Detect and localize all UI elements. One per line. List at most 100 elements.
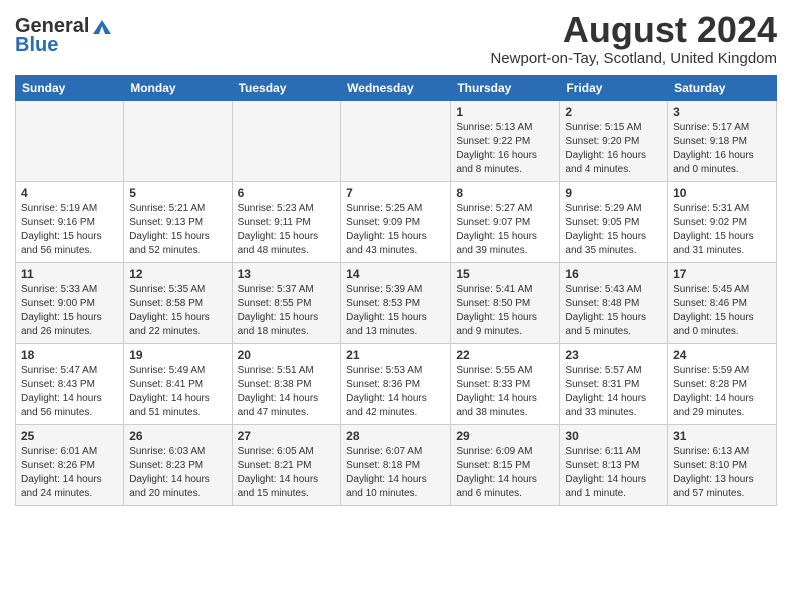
day-cell: 18 Sunrise: 5:47 AM Sunset: 8:43 PM Dayli… (16, 343, 124, 424)
day-number: 6 (238, 186, 336, 200)
day-number: 13 (238, 267, 336, 281)
day-cell: 3Sunrise: 5:17 AM Sunset: 9:18 PM Daylig… (668, 100, 777, 181)
page-header: General Blue August 2024 Newport-on-Tay,… (15, 10, 777, 67)
day-number: 30 (565, 429, 662, 443)
header-row: SundayMondayTuesdayWednesdayThursdayFrid… (16, 75, 777, 100)
day-number: 27 (238, 429, 336, 443)
day-number: 14 (346, 267, 445, 281)
day-cell: 14Sunrise: 5:39 AM Sunset: 8:53 PM Dayli… (341, 262, 451, 343)
day-cell: 22 Sunrise: 5:55 AM Sunset: 8:33 PM Dayli… (451, 343, 560, 424)
day-number: 28 (346, 429, 445, 443)
day-info: Sunrise: 5:41 AM Sunset: 8:50 PM Dayligh… (456, 283, 554, 339)
calendar-table: SundayMondayTuesdayWednesdayThursdayFrid… (15, 75, 777, 506)
week-row-5: 25Sunrise: 6:01 AM Sunset: 8:26 PM Dayli… (16, 424, 777, 505)
day-cell: 1Sunrise: 5:13 AM Sunset: 9:22 PM Daylig… (451, 100, 560, 181)
header-cell-saturday: Saturday (668, 75, 777, 100)
day-info: Sunrise: 5:23 AM Sunset: 9:11 PM Dayligh… (238, 202, 336, 258)
day-cell: 13Sunrise: 5:37 AM Sunset: 8:55 PM Dayli… (232, 262, 341, 343)
day-info: Sunrise: 5:25 AM Sunset: 9:09 PM Dayligh… (346, 202, 445, 258)
day-info: Sunrise: 5:45 AM Sunset: 8:46 PM Dayligh… (673, 283, 771, 339)
day-number: 4 (21, 186, 118, 200)
day-cell: 29 Sunrise: 6:09 AM Sunset: 8:15 PM Dayli… (451, 424, 560, 505)
day-cell: 17 Sunrise: 5:45 AM Sunset: 8:46 PM Dayli… (668, 262, 777, 343)
week-row-4: 18 Sunrise: 5:47 AM Sunset: 8:43 PM Dayli… (16, 343, 777, 424)
day-cell: 30 Sunrise: 6:11 AM Sunset: 8:13 PM Dayli… (560, 424, 668, 505)
header-cell-tuesday: Tuesday (232, 75, 341, 100)
day-number: 5 (129, 186, 226, 200)
day-cell: 26 Sunrise: 6:03 AM Sunset: 8:23 PM Dayli… (124, 424, 232, 505)
title-area: August 2024 Newport-on-Tay, Scotland, Un… (490, 10, 777, 67)
day-number: 20 (238, 348, 336, 362)
day-number: 2 (565, 105, 662, 119)
day-number: 29 (456, 429, 554, 443)
header-cell-sunday: Sunday (16, 75, 124, 100)
day-number: 8 (456, 186, 554, 200)
day-info: Sunrise: 6:13 AM Sunset: 8:10 PM Dayligh… (673, 445, 771, 501)
day-info: Sunrise: 6:07 AM Sunset: 8:18 PM Dayligh… (346, 445, 445, 501)
day-cell: 21Sunrise: 5:53 AM Sunset: 8:36 PM Dayli… (341, 343, 451, 424)
day-info: Sunrise: 5:27 AM Sunset: 9:07 PM Dayligh… (456, 202, 554, 258)
day-cell: 4 Sunrise: 5:19 AM Sunset: 9:16 PM Daylig… (16, 181, 124, 262)
day-number: 19 (129, 348, 226, 362)
day-cell (341, 100, 451, 181)
subtitle: Newport-on-Tay, Scotland, United Kingdom (490, 50, 777, 67)
day-info: Sunrise: 5:53 AM Sunset: 8:36 PM Dayligh… (346, 364, 445, 420)
day-cell: 2 Sunrise: 5:15 AM Sunset: 9:20 PM Daylig… (560, 100, 668, 181)
day-number: 3 (673, 105, 771, 119)
day-info: Sunrise: 5:49 AM Sunset: 8:41 PM Dayligh… (129, 364, 226, 420)
day-cell: 15 Sunrise: 5:41 AM Sunset: 8:50 PM Dayli… (451, 262, 560, 343)
day-info: Sunrise: 5:13 AM Sunset: 9:22 PM Dayligh… (456, 121, 554, 177)
day-info: Sunrise: 5:15 AM Sunset: 9:20 PM Dayligh… (565, 121, 662, 177)
day-info: Sunrise: 5:35 AM Sunset: 8:58 PM Dayligh… (129, 283, 226, 339)
header-cell-thursday: Thursday (451, 75, 560, 100)
day-info: Sunrise: 5:33 AM Sunset: 9:00 PM Dayligh… (21, 283, 118, 339)
day-number: 24 (673, 348, 771, 362)
day-info: Sunrise: 5:21 AM Sunset: 9:13 PM Dayligh… (129, 202, 226, 258)
calendar-body: 1Sunrise: 5:13 AM Sunset: 9:22 PM Daylig… (16, 100, 777, 505)
main-title: August 2024 (490, 10, 777, 50)
day-cell: 20Sunrise: 5:51 AM Sunset: 8:38 PM Dayli… (232, 343, 341, 424)
day-cell (232, 100, 341, 181)
header-cell-friday: Friday (560, 75, 668, 100)
header-cell-monday: Monday (124, 75, 232, 100)
day-info: Sunrise: 5:59 AM Sunset: 8:28 PM Dayligh… (673, 364, 771, 420)
day-number: 23 (565, 348, 662, 362)
day-info: Sunrise: 6:11 AM Sunset: 8:13 PM Dayligh… (565, 445, 662, 501)
logo: General Blue (15, 10, 113, 57)
day-cell: 10 Sunrise: 5:31 AM Sunset: 9:02 PM Dayli… (668, 181, 777, 262)
day-cell: 9 Sunrise: 5:29 AM Sunset: 9:05 PM Daylig… (560, 181, 668, 262)
day-info: Sunrise: 5:19 AM Sunset: 9:16 PM Dayligh… (21, 202, 118, 258)
logo-blue: Blue (15, 34, 58, 57)
day-cell: 24 Sunrise: 5:59 AM Sunset: 8:28 PM Dayli… (668, 343, 777, 424)
day-info: Sunrise: 5:31 AM Sunset: 9:02 PM Dayligh… (673, 202, 771, 258)
day-cell: 12 Sunrise: 5:35 AM Sunset: 8:58 PM Dayli… (124, 262, 232, 343)
day-number: 17 (673, 267, 771, 281)
week-row-3: 11Sunrise: 5:33 AM Sunset: 9:00 PM Dayli… (16, 262, 777, 343)
day-number: 10 (673, 186, 771, 200)
day-cell (124, 100, 232, 181)
header-cell-wednesday: Wednesday (341, 75, 451, 100)
week-row-1: 1Sunrise: 5:13 AM Sunset: 9:22 PM Daylig… (16, 100, 777, 181)
day-info: Sunrise: 6:09 AM Sunset: 8:15 PM Dayligh… (456, 445, 554, 501)
day-number: 31 (673, 429, 771, 443)
day-number: 22 (456, 348, 554, 362)
day-number: 12 (129, 267, 226, 281)
logo-icon (91, 18, 113, 36)
day-number: 18 (21, 348, 118, 362)
day-cell (16, 100, 124, 181)
day-info: Sunrise: 6:03 AM Sunset: 8:23 PM Dayligh… (129, 445, 226, 501)
day-info: Sunrise: 5:55 AM Sunset: 8:33 PM Dayligh… (456, 364, 554, 420)
day-number: 15 (456, 267, 554, 281)
day-cell: 23 Sunrise: 5:57 AM Sunset: 8:31 PM Dayli… (560, 343, 668, 424)
day-cell: 7Sunrise: 5:25 AM Sunset: 9:09 PM Daylig… (341, 181, 451, 262)
day-number: 9 (565, 186, 662, 200)
day-number: 16 (565, 267, 662, 281)
day-info: Sunrise: 5:29 AM Sunset: 9:05 PM Dayligh… (565, 202, 662, 258)
day-cell: 8 Sunrise: 5:27 AM Sunset: 9:07 PM Daylig… (451, 181, 560, 262)
week-row-2: 4 Sunrise: 5:19 AM Sunset: 9:16 PM Daylig… (16, 181, 777, 262)
day-number: 26 (129, 429, 226, 443)
day-cell: 31 Sunrise: 6:13 AM Sunset: 8:10 PM Dayli… (668, 424, 777, 505)
day-info: Sunrise: 5:47 AM Sunset: 8:43 PM Dayligh… (21, 364, 118, 420)
day-info: Sunrise: 5:57 AM Sunset: 8:31 PM Dayligh… (565, 364, 662, 420)
day-cell: 16Sunrise: 5:43 AM Sunset: 8:48 PM Dayli… (560, 262, 668, 343)
